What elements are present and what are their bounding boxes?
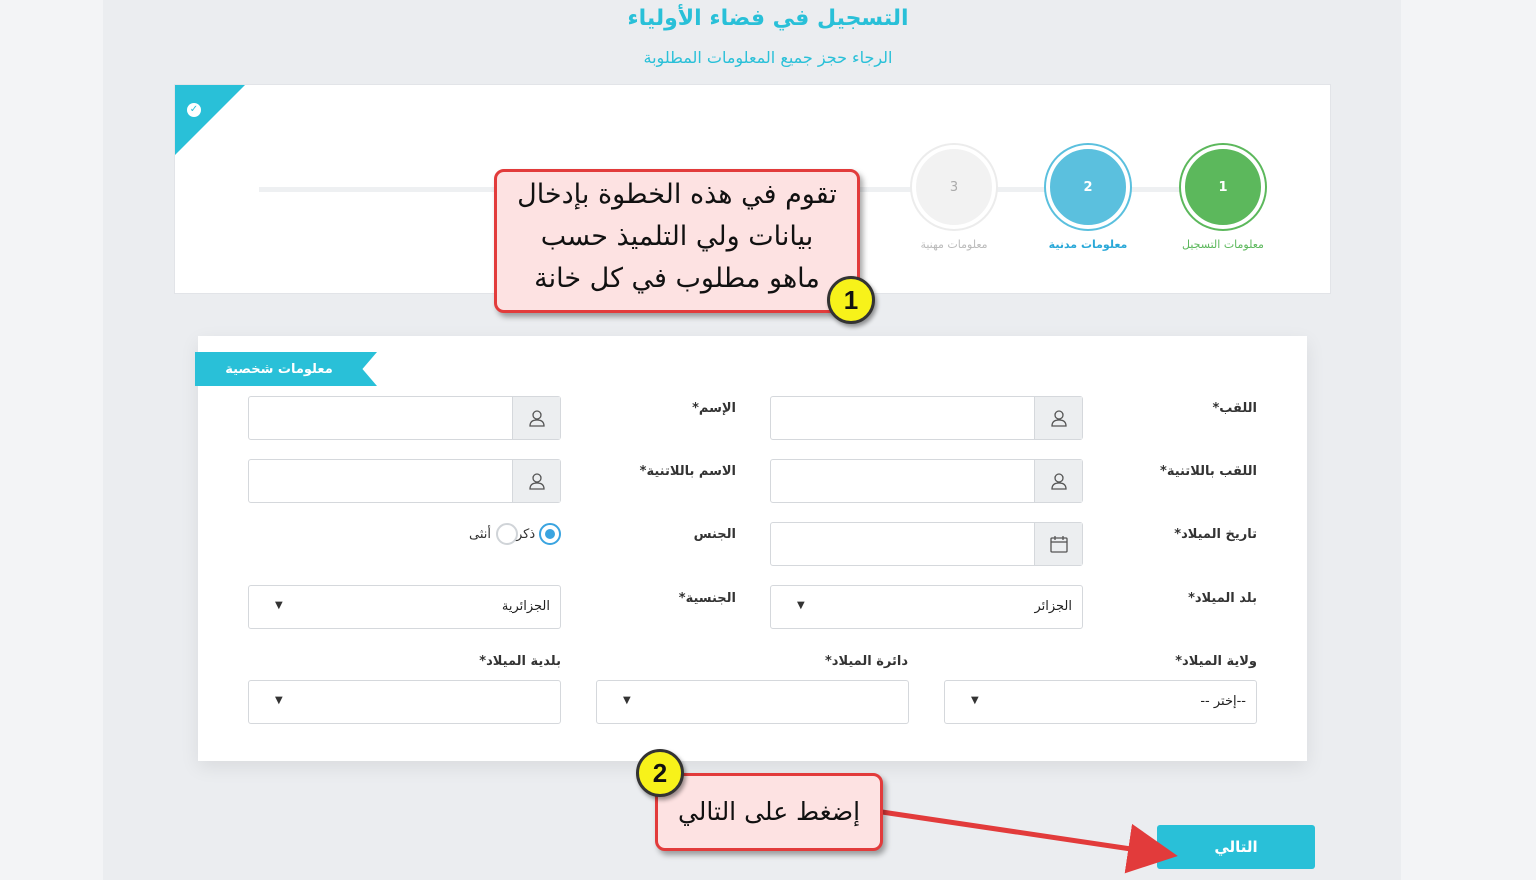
chevron-down-icon: ▼ (971, 695, 979, 706)
callout-line: تقوم في هذه الخطوة بإدخال (517, 179, 837, 210)
birth-municipality-select[interactable]: ▼ (248, 680, 561, 724)
birth-district-label: دائرة الميلاد* (825, 654, 908, 669)
birth-district-select[interactable]: ▼ (596, 680, 909, 724)
user-icon (1034, 397, 1082, 439)
step-circle: 2 (1046, 145, 1130, 229)
section-title: معلومات شخصية (195, 352, 377, 386)
birth-state-value: --إختر -- (1200, 694, 1246, 709)
page-title: التسجيل في فضاء الأولياء (627, 6, 909, 31)
gender-male-label: ذكر (516, 527, 536, 542)
gender-female-label: أنثى (469, 527, 491, 542)
user-icon (512, 397, 560, 439)
surname-label: اللقب* (1212, 401, 1257, 416)
step-label: معلومات مهنية (920, 238, 988, 251)
chevron-down-icon: ▼ (797, 600, 805, 611)
surname-field[interactable] (770, 396, 1083, 440)
instruction-callout-1: تقوم في هذه الخطوة بإدخال بيانات ولي الت… (494, 169, 860, 313)
nationality-value: الجزائرية (501, 599, 550, 614)
birth-date-label: تاريخ الميلاد* (1174, 527, 1257, 542)
step-circle: 1 (1181, 145, 1265, 229)
chevron-down-icon: ▼ (275, 600, 283, 611)
corner-ribbon (175, 85, 245, 155)
birth-state-label: ولاية الميلاد* (1175, 654, 1257, 669)
instruction-callout-2: إضغط على التالي (655, 773, 883, 851)
check-icon: ✓ (187, 103, 201, 117)
step-civil-info[interactable]: 2 معلومات مدنية (1044, 143, 1132, 253)
nationality-select[interactable]: الجزائرية ▼ (248, 585, 561, 629)
birth-municipality-label: بلدية الميلاد* (479, 654, 561, 669)
birth-country-value: الجزائر (1034, 599, 1072, 614)
name-latin-input[interactable] (249, 460, 512, 502)
chevron-down-icon: ▼ (275, 695, 283, 706)
page-subtitle: الرجاء حجز جميع المعلومات المطلوبة (643, 48, 893, 67)
name-latin-field[interactable] (248, 459, 561, 503)
name-input[interactable] (249, 397, 512, 439)
step-label: معلومات مدنية (1048, 238, 1128, 251)
step-registration-info[interactable]: 1 معلومات التسجيل (1179, 143, 1267, 253)
surname-latin-input[interactable] (771, 460, 1034, 502)
chevron-down-icon: ▼ (623, 695, 631, 706)
birth-country-label: بلد الميلاد* (1188, 591, 1257, 606)
user-icon (512, 460, 560, 502)
callout-line: بيانات ولي التلميذ حسب (540, 221, 814, 252)
gender-label: الجنس (693, 527, 736, 542)
birth-date-input[interactable] (771, 523, 1034, 565)
callout-line: ماهو مطلوب في كل خانة (534, 263, 820, 294)
surname-latin-field[interactable] (770, 459, 1083, 503)
calendar-icon[interactable] (1034, 523, 1082, 565)
next-button[interactable]: التالي (1157, 825, 1315, 869)
user-icon (1034, 460, 1082, 502)
gender-female-radio[interactable] (496, 523, 518, 545)
name-field[interactable] (248, 396, 561, 440)
surname-input[interactable] (771, 397, 1034, 439)
step-professional-info[interactable]: 3 معلومات مهنية (910, 143, 998, 253)
surname-latin-label: اللقب باللاتنية* (1160, 464, 1257, 479)
birth-country-select[interactable]: الجزائر ▼ (770, 585, 1083, 629)
callout-number-badge-2: 2 (636, 749, 684, 797)
step-circle: 3 (912, 145, 996, 229)
name-label: الإسم* (692, 401, 736, 416)
birth-date-field[interactable] (770, 522, 1083, 566)
callout-number-badge-1: 1 (827, 276, 875, 324)
gender-male-radio[interactable] (539, 523, 561, 545)
nationality-label: الجنسية* (678, 591, 736, 606)
step-label: معلومات التسجيل (1182, 238, 1264, 251)
birth-state-select[interactable]: --إختر -- ▼ (944, 680, 1257, 724)
name-latin-label: الاسم باللاتنية* (639, 464, 736, 479)
